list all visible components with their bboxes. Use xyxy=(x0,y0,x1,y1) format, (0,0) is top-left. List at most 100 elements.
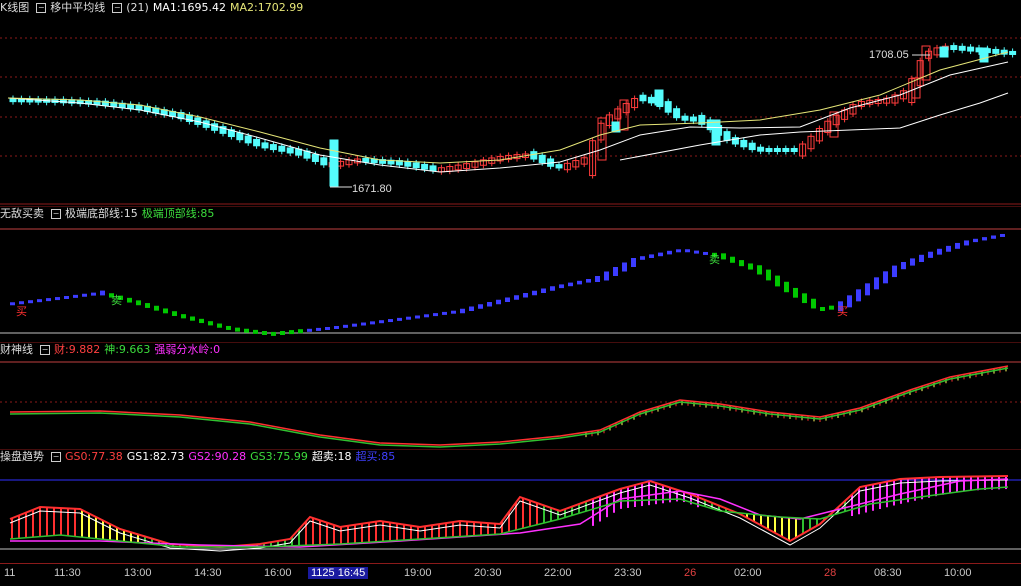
buy-bar xyxy=(505,297,510,302)
buy-bar xyxy=(424,314,429,318)
sell-bar xyxy=(280,331,285,335)
collapse-icon[interactable]: − xyxy=(51,209,61,219)
collapse-icon[interactable]: − xyxy=(51,452,61,462)
buy-bar xyxy=(46,298,51,302)
kline-indicator[interactable]: 移中平均线 xyxy=(50,1,105,14)
buy-bar xyxy=(973,238,978,243)
buy-bar xyxy=(460,308,465,314)
collapse-icon[interactable]: − xyxy=(36,3,47,13)
buy-bar xyxy=(991,235,996,239)
gs3-value: GS3:75.99 xyxy=(250,450,308,463)
buy-bar xyxy=(82,293,87,297)
sell-bar xyxy=(244,328,249,333)
candle-body xyxy=(647,96,655,104)
collapse-icon[interactable]: − xyxy=(112,3,123,13)
sell-bar xyxy=(748,263,753,270)
candle-body xyxy=(555,164,563,169)
buy-bar xyxy=(307,328,312,332)
buy-bar xyxy=(685,249,690,253)
candle-body xyxy=(711,119,721,146)
candle-body xyxy=(329,139,339,187)
cai-value: 财:9.882 xyxy=(54,343,101,356)
candle-body xyxy=(992,48,1000,54)
buy-bar xyxy=(55,297,60,301)
buy-bar xyxy=(604,271,609,281)
buy-bar xyxy=(631,258,636,267)
shen-line xyxy=(9,367,1009,448)
buy-bar xyxy=(487,302,492,307)
buy-bar xyxy=(622,262,627,272)
buy-bar xyxy=(946,245,951,252)
caishen-title[interactable]: 财神线 xyxy=(0,343,33,356)
sell-bar xyxy=(829,305,834,310)
sell-bar xyxy=(757,265,762,275)
sell-bar xyxy=(199,318,204,324)
buy-bar xyxy=(523,293,528,298)
caishen-chart xyxy=(0,342,1021,448)
buy-bar xyxy=(595,276,600,282)
candle-body xyxy=(236,132,244,141)
candle-body xyxy=(320,157,328,166)
buy-bar xyxy=(370,321,375,325)
wudi-title[interactable]: 无敌买卖 xyxy=(0,207,44,220)
kline-params: (21) xyxy=(126,1,149,14)
buy-bar xyxy=(919,254,924,262)
candle-body xyxy=(757,146,765,152)
kline-title: K线图 xyxy=(0,1,30,14)
time-tick: 10:00 xyxy=(944,567,972,579)
caopan-header: 操盘趋势 − GS0:77.38 GS1:82.73 GS2:90.28 GS3:75.9… xyxy=(0,449,399,465)
buy-bar xyxy=(379,320,384,324)
candle-body xyxy=(773,148,781,152)
time-tick: 02:00 xyxy=(734,567,762,579)
shen-value: 神:9.663 xyxy=(104,343,151,356)
sell-bar xyxy=(784,281,789,293)
candle-body xyxy=(654,89,664,106)
date-tick: 26 xyxy=(684,567,697,579)
time-tick: 16:00 xyxy=(264,567,292,579)
candle-body xyxy=(664,101,672,113)
buy-bar xyxy=(316,327,321,331)
sell-bar xyxy=(127,297,132,303)
buy-bar xyxy=(343,324,348,328)
kline-chart xyxy=(0,37,1021,205)
buy-bar xyxy=(334,325,339,329)
candle-body xyxy=(979,47,989,63)
buy-bar xyxy=(982,237,987,241)
buy-bar xyxy=(388,319,393,323)
sell-bar xyxy=(181,314,186,319)
sell-bar xyxy=(226,325,231,330)
buy-bar xyxy=(442,311,447,315)
candle-body xyxy=(967,46,975,52)
low-price-label: 1671.80 xyxy=(352,183,392,195)
candle-body xyxy=(723,131,731,141)
buy-bar xyxy=(361,322,366,326)
candle-body xyxy=(253,138,261,147)
buy-bar xyxy=(856,289,861,302)
buy-bar xyxy=(10,302,15,306)
candle-body xyxy=(269,144,277,151)
caopan-title[interactable]: 操盘趋势 xyxy=(0,450,44,463)
buy-bar xyxy=(28,300,33,304)
buy-bar xyxy=(586,279,591,283)
buy-bar xyxy=(100,290,105,296)
buy-bar xyxy=(73,294,78,298)
buy-bar xyxy=(649,254,654,258)
sell-bar xyxy=(235,327,240,332)
gs0-value: GS0:77.38 xyxy=(65,450,123,463)
sell-bar xyxy=(271,331,276,336)
buy-bar xyxy=(37,299,42,303)
buy-bar xyxy=(937,248,942,255)
buy-bar xyxy=(901,262,906,270)
collapse-icon[interactable]: − xyxy=(40,345,50,355)
wudi-header: 无敌买卖 − 极端底部线:15 极端顶部线:85 xyxy=(0,206,218,222)
sell-bar xyxy=(721,253,726,260)
candle-body xyxy=(740,139,748,148)
candle-body xyxy=(404,160,412,167)
candle-body xyxy=(211,123,219,131)
candle-body xyxy=(412,162,420,169)
buy-bar xyxy=(568,282,573,287)
buy-bar xyxy=(658,252,663,257)
ma3-line xyxy=(619,92,1009,161)
sell-bar xyxy=(208,321,213,326)
buy-bar xyxy=(577,280,582,285)
